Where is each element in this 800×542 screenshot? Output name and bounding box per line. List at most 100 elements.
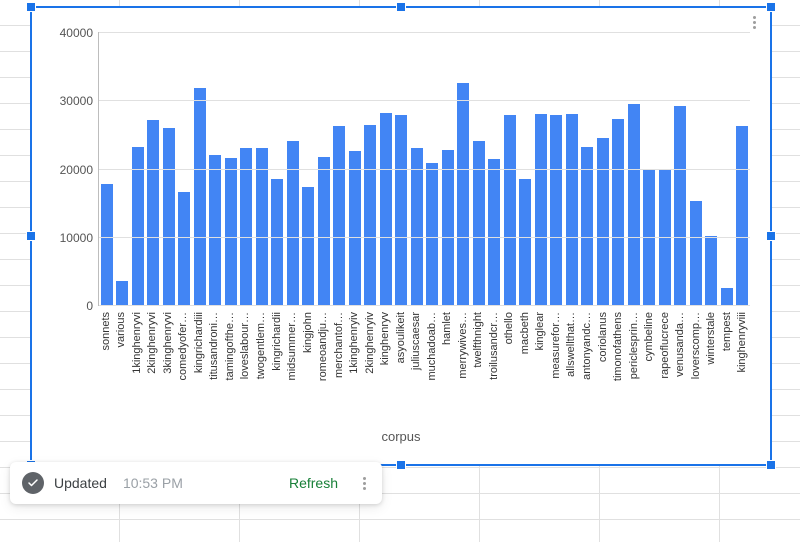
x-tick-label: macbeth xyxy=(519,312,531,354)
bar xyxy=(721,288,733,305)
x-tick-label: coriolanus xyxy=(597,312,609,362)
bar xyxy=(225,158,237,305)
bar xyxy=(147,120,159,305)
bar xyxy=(163,128,175,305)
x-tick-label: allswellthat… xyxy=(565,312,577,377)
x-tick-label: tamingofthe… xyxy=(224,312,236,380)
bar xyxy=(132,147,144,305)
y-tick-label: 40000 xyxy=(60,26,93,40)
bar xyxy=(318,157,330,305)
x-tick-label: twogentlem… xyxy=(255,312,267,379)
bar xyxy=(116,281,128,305)
x-tick-label: merrywives… xyxy=(457,312,469,379)
x-tick-label: cymbeline xyxy=(643,312,655,362)
x-tick-label: asyoulikeit xyxy=(395,312,407,363)
bar xyxy=(302,187,314,305)
x-tick-label: measurefor… xyxy=(550,312,562,379)
resize-handle-tl[interactable] xyxy=(26,2,36,12)
x-tick-label: antonyandc… xyxy=(581,312,593,380)
resize-handle-tr[interactable] xyxy=(766,2,776,12)
bar xyxy=(488,159,500,305)
bar xyxy=(690,201,702,305)
bar xyxy=(256,148,268,305)
x-tick-label: kingjohn xyxy=(302,312,314,353)
bar xyxy=(380,113,392,305)
x-tick-label: 3kinghenryvi xyxy=(162,312,174,374)
bar xyxy=(550,115,562,305)
x-tick-label: kingrichardiii xyxy=(193,312,205,373)
bar xyxy=(674,106,686,305)
x-tick-label: loverscomp… xyxy=(690,312,702,379)
y-gridline: 30000 xyxy=(99,100,750,101)
x-tick-label: othello xyxy=(503,312,515,344)
y-gridline: 40000 xyxy=(99,32,750,33)
y-tick-label: 20000 xyxy=(60,163,93,177)
resize-handle-r[interactable] xyxy=(766,231,776,241)
bar xyxy=(209,155,221,305)
chart-object[interactable]: 0 10000 20000 30000 40000 sonnetsvarious 1kin… xyxy=(30,6,772,466)
bar xyxy=(178,192,190,305)
bar xyxy=(101,184,113,305)
x-tick-label: 1kinghenryvi xyxy=(131,312,143,374)
x-tick-label: midsummer… xyxy=(286,312,298,380)
resize-handle-l[interactable] xyxy=(26,231,36,241)
bar xyxy=(364,125,376,305)
x-tick-label: 1kinghenryiv xyxy=(348,312,360,374)
bar xyxy=(736,126,748,305)
y-gridline: 0 xyxy=(99,305,750,306)
resize-handle-br[interactable] xyxy=(766,460,776,470)
x-axis-title: corpus xyxy=(32,429,770,444)
y-gridline: 10000 xyxy=(99,237,750,238)
x-tick-label: timonofathens xyxy=(612,312,624,381)
x-tick-label: various xyxy=(115,312,127,347)
bar xyxy=(597,138,609,305)
x-tick-label: twelfthnight xyxy=(472,312,484,368)
x-tick-label: tempest xyxy=(721,312,733,351)
x-tick-label: loveslabour… xyxy=(239,312,251,379)
x-tick-label: troilusandcr… xyxy=(488,312,500,380)
bar xyxy=(194,88,206,305)
bar xyxy=(535,114,547,305)
status-time: 10:53 PM xyxy=(123,475,183,491)
x-tick-label: hamlet xyxy=(441,312,453,345)
x-tick-label: sonnets xyxy=(100,312,112,351)
bar xyxy=(473,141,485,305)
toast-more-button[interactable] xyxy=(354,473,374,493)
x-tick-label: kinghenryv xyxy=(379,312,391,365)
x-tick-label: romeoandju… xyxy=(317,312,329,381)
bar xyxy=(705,236,717,305)
check-icon xyxy=(22,472,44,494)
bar xyxy=(504,115,516,305)
y-tick-label: 0 xyxy=(86,299,93,313)
x-tick-label: rapeoflucrece xyxy=(659,312,671,379)
bar xyxy=(240,148,252,305)
x-tick-label: 2kinghenryvi xyxy=(146,312,158,374)
bar xyxy=(566,114,578,305)
resize-handle-t[interactable] xyxy=(396,2,406,12)
x-tick-label: kingrichardii xyxy=(271,312,283,371)
x-tick-label: winterstale xyxy=(705,312,717,365)
bar xyxy=(519,179,531,305)
chart-plot-area: 0 10000 20000 30000 40000 xyxy=(98,32,750,306)
bar xyxy=(426,163,438,305)
bar xyxy=(271,179,283,305)
y-tick-label: 30000 xyxy=(60,94,93,108)
refresh-button[interactable]: Refresh xyxy=(289,475,338,491)
bar xyxy=(457,83,469,305)
x-tick-label: venusanda… xyxy=(674,312,686,377)
chart-options-button[interactable] xyxy=(744,12,764,32)
bar xyxy=(411,148,423,305)
bar xyxy=(612,119,624,305)
y-gridline: 20000 xyxy=(99,169,750,170)
y-tick-label: 10000 xyxy=(60,231,93,245)
x-tick-label: titusandroni… xyxy=(208,312,220,380)
x-tick-label: merchantof… xyxy=(333,312,345,378)
bar xyxy=(287,141,299,305)
x-tick-label: kinghenryviii xyxy=(736,312,748,373)
x-tick-label: juliuscaesar xyxy=(410,312,422,370)
bar xyxy=(628,104,640,305)
x-tick-label: periclesprin… xyxy=(628,312,640,379)
bar xyxy=(349,151,361,305)
x-tick-label: muchadoab… xyxy=(426,312,438,381)
resize-handle-b[interactable] xyxy=(396,460,406,470)
